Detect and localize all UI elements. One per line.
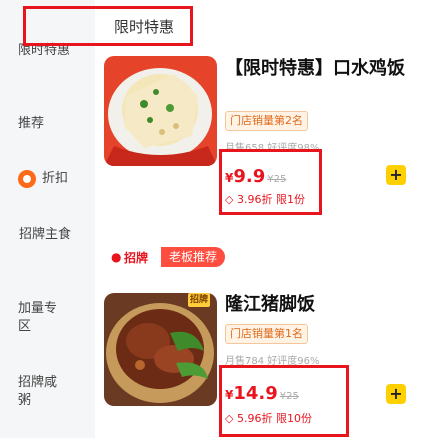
sidebar-item-extra-portion[interactable]: 加量专区 — [0, 298, 95, 338]
sidebar-item-discount[interactable]: 折扣 — [0, 166, 95, 192]
discount-icon — [18, 170, 36, 188]
add-to-cart-button[interactable]: + — [386, 165, 406, 185]
boss-recommend-tag: 老板推荐 — [161, 247, 226, 267]
sidebar-item-label: 加量专区 — [18, 301, 58, 334]
discount-text: 3.96折 限1份 — [236, 193, 305, 206]
price-value: 14.9 — [233, 383, 278, 404]
signature-tag: 招牌 — [124, 251, 149, 265]
flame-icon: ● — [111, 250, 122, 264]
sidebar-item-label: 折扣 — [42, 171, 69, 186]
price-value: 9.9 — [233, 166, 266, 187]
category-sidebar: 限时特惠 推荐 折扣 招牌主食 加量专区 招牌咸粥 — [0, 0, 95, 438]
sidebar-item-signature-staples[interactable]: 招牌主食 — [0, 224, 95, 264]
original-price: ¥25 — [267, 174, 287, 185]
sidebar-item-label: 招牌咸粥 — [18, 375, 58, 408]
sidebar-item-congee[interactable]: 招牌咸粥 — [0, 372, 95, 412]
product-image[interactable] — [104, 56, 217, 166]
section-highlight-box — [23, 6, 193, 46]
sidebar-item-recommend[interactable]: 推荐 — [0, 112, 95, 136]
original-price: ¥25 — [279, 391, 299, 402]
product-title[interactable]: 【限时特惠】口水鸡饭 — [225, 56, 405, 82]
sales-rank-badge: 门店销量第2名 — [225, 111, 308, 131]
sales-rank-badge: 门店销量第1名 — [225, 324, 308, 344]
product-price: ¥14.9 ¥25 — [225, 383, 299, 404]
signature-badge: 招牌 — [188, 293, 211, 307]
product-list: 限时特惠 【限时特惠】口水鸡饭 门店销量第2名 月售658 好评度98% ¥9.… — [23, 0, 425, 438]
sidebar-item-label: 招牌主食 — [19, 227, 72, 242]
product-price: ¥9.9 ¥25 — [225, 166, 286, 187]
discount-text: 5.96折 限10份 — [236, 412, 312, 425]
sidebar-item-label: 推荐 — [18, 116, 45, 131]
add-to-cart-button[interactable]: + — [386, 384, 406, 404]
tag-icon: ◇ — [225, 412, 234, 425]
tag-icon: ◇ — [225, 193, 234, 206]
product-title[interactable]: 隆江猪脚饭 — [225, 292, 405, 318]
discount-label: ◇ 3.96折 限1份 — [225, 191, 305, 207]
discount-label: ◇ 5.96折 限10份 — [225, 410, 312, 426]
product-image[interactable] — [104, 293, 217, 406]
